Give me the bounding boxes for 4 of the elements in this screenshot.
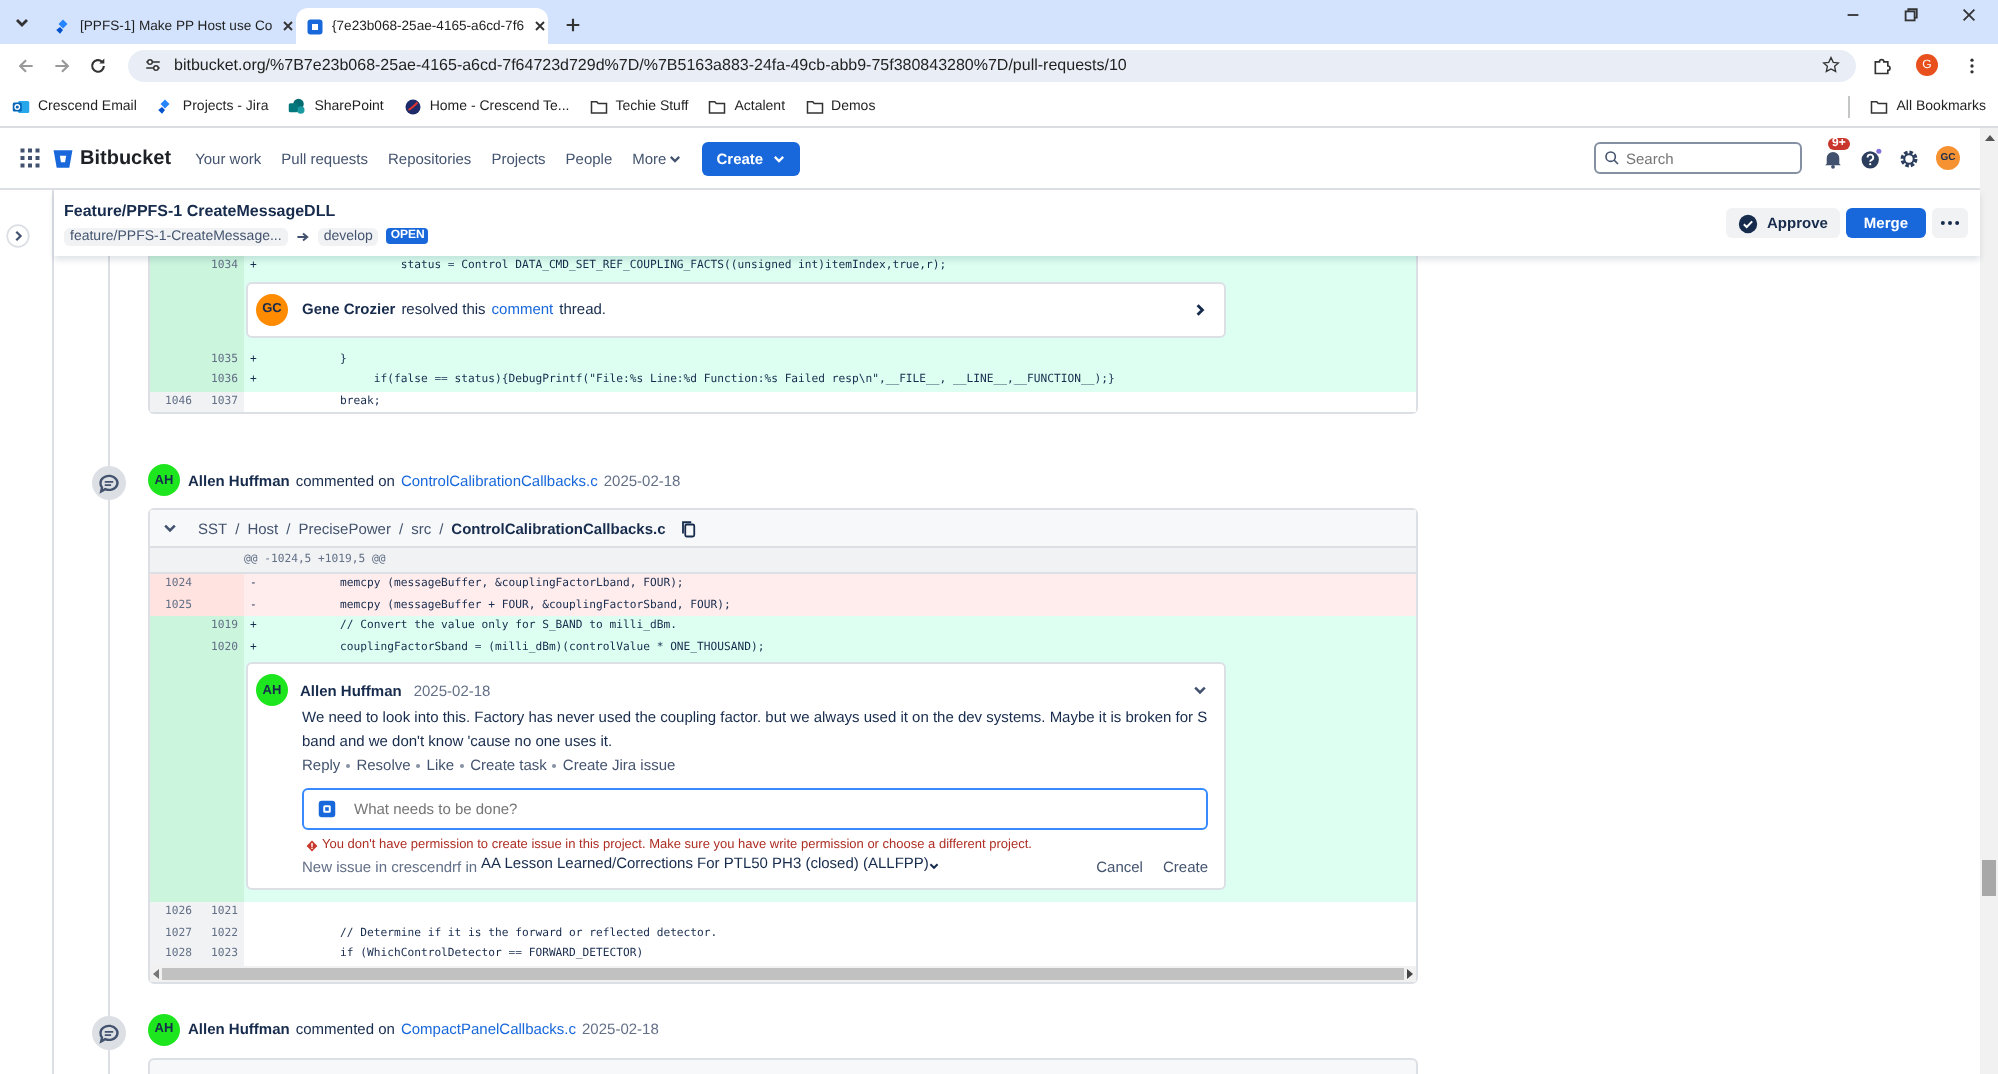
url-text: bitbucket.org/%7B7e23b068-25ae-4165-a6cd-7f64723d729d%7D/%7B5163a883-24fa-49cb-abb9-75f380843280%7D/pull-requests/10 (174, 56, 1127, 74)
address-bar[interactable]: bitbucket.org/%7B7e23b068-25ae-4165-a6cd-7f64723d729d%7D/%7B5163a883-24fa-49cb-abb9-75f380843280%7D/pull-requests/10 (128, 49, 1856, 81)
product-name[interactable]: Bitbucket (80, 147, 172, 169)
pull-request-title: Feature/PPFS-1 CreateMessageDLL (64, 201, 338, 219)
